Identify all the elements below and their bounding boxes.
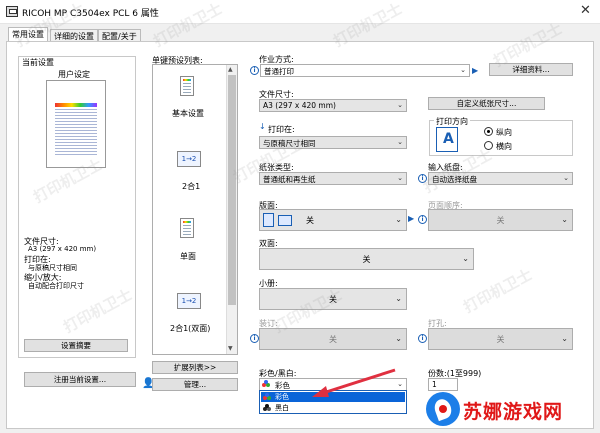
play-arrow-icon: ▶ (472, 66, 479, 75)
punch-select[interactable]: 关 ⌄ (428, 328, 573, 350)
duplex-value: 关 (362, 255, 371, 264)
job-type-select[interactable]: 普通打印 ⌄ (260, 64, 470, 77)
info-icon: i (418, 215, 427, 224)
paper-size-value: A3 (297 x 420 mm) (263, 101, 336, 110)
annotation-arrow-icon (312, 368, 396, 397)
color-dots-icon (263, 393, 272, 401)
expand-list-button[interactable]: 扩展列表>> (152, 361, 238, 374)
summary-paper-size-value: A3 (297 x 420 mm) (28, 245, 97, 253)
settings-summary-button[interactable]: 设置摘要 (24, 339, 128, 352)
preset-scrollbar[interactable]: ▲ ▼ (226, 65, 237, 354)
scroll-down-icon[interactable]: ▼ (228, 345, 233, 352)
preset-single-icon[interactable] (180, 218, 194, 238)
orientation-preview-icon: A (436, 127, 458, 152)
portrait-radio[interactable] (484, 127, 493, 136)
color-bar (55, 103, 97, 107)
portrait-label: 纵向 (496, 128, 512, 137)
preset-basic[interactable]: 基本设置 (172, 108, 204, 119)
details-button[interactable]: 详细资料... (489, 63, 573, 76)
chevron-down-icon: ⌄ (563, 174, 569, 182)
staple-select[interactable]: 关 ⌄ (259, 328, 407, 350)
window-title: RICOH MP C3504ex PCL 6 属性 (22, 9, 159, 19)
info-icon: i (250, 66, 259, 75)
paper-type-select[interactable]: 普通纸和再生纸 ⌄ (259, 172, 407, 185)
scrollbar-thumb[interactable] (228, 75, 236, 305)
tab-detailed-settings[interactable]: 详细的设置 (50, 29, 98, 41)
custom-paper-size-button[interactable]: 自定义纸张尺寸... (428, 97, 545, 110)
info-icon: i (418, 174, 427, 183)
chevron-down-icon: ⌄ (395, 294, 402, 303)
orientation-label: 打印方向 (434, 116, 470, 127)
letter-a-icon: A (443, 131, 454, 147)
text-lines (55, 109, 97, 157)
summary-reduce-value: 自动配合打印尺寸 (28, 282, 84, 290)
radio-dot (487, 130, 490, 133)
chevron-down-icon: ⌄ (397, 174, 403, 182)
printer-icon (6, 6, 18, 17)
portrait-page-icon (263, 213, 274, 227)
arrow-down-icon: ↓ (259, 122, 266, 131)
logo-dot (439, 405, 447, 413)
job-type-value: 普通打印 (264, 67, 294, 76)
booklet-select[interactable]: 关 ⌄ (259, 288, 407, 310)
chevron-down-icon: ⌄ (561, 215, 568, 224)
user-setting-label: 用户设定 (58, 70, 90, 79)
layout-value: 关 (306, 216, 314, 225)
play-arrow-icon: ▶ (408, 214, 415, 223)
input-tray-value: 自动选择纸盘 (432, 175, 477, 184)
chevron-down-icon: ⌄ (395, 334, 402, 343)
preset-basic-icon[interactable] (180, 76, 194, 96)
preset-2in1-duplex-icon[interactable]: 1→2 (177, 293, 201, 309)
chevron-down-icon: ⌄ (462, 254, 469, 263)
color-dots-icon (262, 380, 271, 388)
brand-logo-text: 苏娜游戏网 (463, 401, 564, 423)
page-preview (46, 80, 106, 168)
paper-size-select[interactable]: A3 (297 x 420 mm) ⌄ (259, 99, 407, 112)
page-order-value: 关 (496, 216, 505, 225)
copies-input[interactable]: 1 (428, 378, 458, 391)
register-settings-button[interactable]: 注册当前设置... (24, 372, 136, 387)
tab-config-about[interactable]: 配置/关于 (98, 29, 141, 41)
manage-button[interactable]: 管理... (152, 378, 238, 391)
option-bw-label: 黑白 (275, 404, 289, 412)
preset-2in1[interactable]: 2合1 (182, 181, 200, 192)
chevron-down-icon: ⌄ (395, 215, 402, 224)
info-icon: i (418, 334, 427, 343)
paper-type-value: 普通纸和再生纸 (263, 175, 316, 184)
landscape-radio[interactable] (484, 141, 493, 150)
punch-value: 关 (496, 335, 505, 344)
booklet-value: 关 (329, 295, 337, 304)
preset-2in1-icon[interactable]: 1→2 (177, 151, 201, 167)
print-on-label: 打印在: (268, 125, 295, 134)
duplex-select[interactable]: 关 ⌄ (259, 248, 474, 270)
print-on-select[interactable]: 与原稿尺寸相同 ⌄ (259, 136, 407, 149)
bw-dots-icon (263, 404, 272, 412)
staple-value: 关 (329, 335, 337, 344)
print-on-value: 与原稿尺寸相同 (263, 139, 316, 148)
option-color-label: 彩色 (275, 393, 289, 401)
scroll-up-icon[interactable]: ▲ (228, 66, 233, 73)
layout-select[interactable]: 关 ⌄ (259, 209, 407, 231)
preset-2in1-duplex[interactable]: 2合1(双面) (170, 323, 210, 334)
close-icon[interactable]: ✕ (580, 3, 591, 18)
option-bw[interactable]: 黑白 (261, 403, 405, 413)
chevron-down-icon: ⌄ (561, 334, 568, 343)
copies-value: 1 (432, 380, 437, 389)
tab-common-settings[interactable]: 常用设置 (8, 27, 48, 42)
chevron-down-icon: ⌄ (397, 138, 403, 146)
chevron-down-icon: ⌄ (460, 66, 466, 74)
landscape-page-icon (278, 215, 292, 226)
preset-single[interactable]: 单面 (180, 251, 196, 262)
chevron-down-icon: ⌄ (397, 101, 403, 109)
input-tray-select[interactable]: 自动选择纸盘 ⌄ (428, 172, 573, 185)
brand-logo-icon (426, 392, 460, 426)
info-icon: i (250, 334, 259, 343)
page-order-select[interactable]: 关 ⌄ (428, 209, 573, 231)
current-settings-label: 当前设置 (22, 58, 54, 67)
landscape-label: 横向 (496, 142, 512, 151)
